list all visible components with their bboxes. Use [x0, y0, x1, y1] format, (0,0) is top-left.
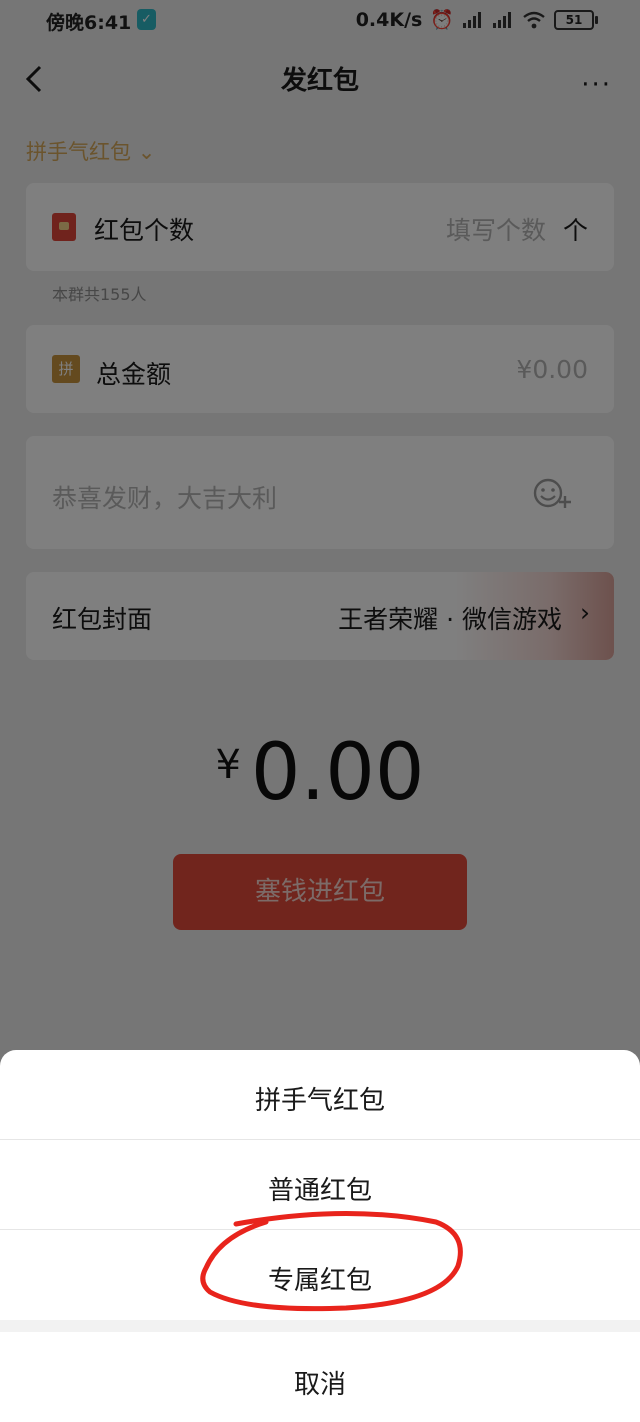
cancel-button[interactable]: 取消	[0, 1364, 640, 1401]
cancel-gap	[0, 1320, 640, 1332]
divider	[0, 1139, 640, 1140]
option-normal-packet[interactable]: 普通红包	[0, 1170, 640, 1207]
annotation-circle	[200, 1210, 463, 1312]
option-lucky-packet[interactable]: 拼手气红包	[0, 1080, 640, 1117]
